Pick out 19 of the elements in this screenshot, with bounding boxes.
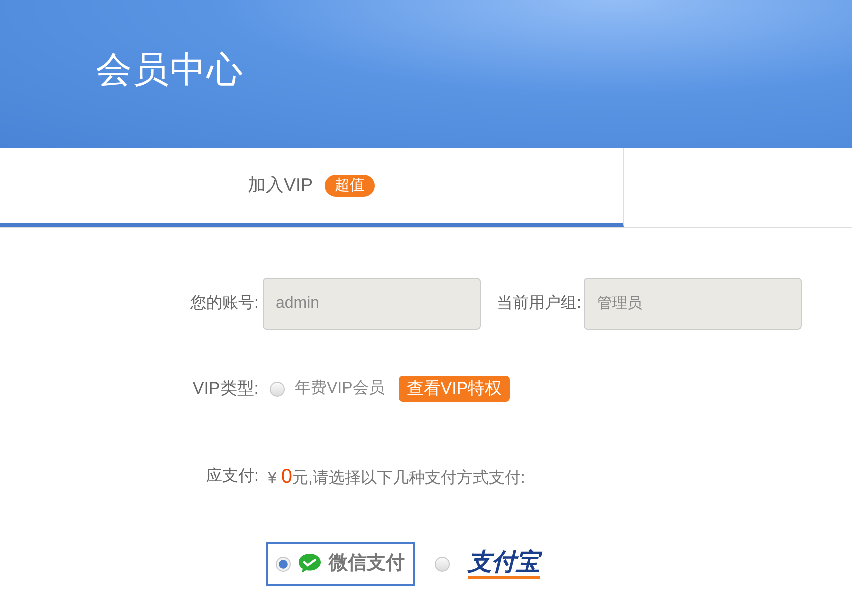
payment-note: ¥ 0元,请选择以下几种支付方式支付: xyxy=(268,465,526,490)
radio-button[interactable] xyxy=(435,556,450,572)
tab-badge: 超值 xyxy=(325,174,375,196)
radio-label: 年费VIP会员 xyxy=(295,378,385,399)
chat-bubble-icon xyxy=(297,552,323,576)
field-label: 您的账号: xyxy=(190,294,260,314)
radio-button[interactable] xyxy=(276,556,291,572)
page-title: 会员中心 xyxy=(96,48,244,92)
payment-option[interactable]: 微信支付 xyxy=(266,542,415,586)
field-label: VIP类型: xyxy=(192,378,260,400)
tab[interactable]: 加入VIP 超值 xyxy=(0,148,624,227)
user-group-field[interactable]: 管理员 xyxy=(584,278,802,330)
payment-option[interactable]: 支付宝 xyxy=(425,542,550,586)
account-field[interactable]: admin xyxy=(263,278,481,330)
field-label: 应支付: xyxy=(206,466,260,487)
field-label: 当前用户组: xyxy=(497,294,582,314)
radio-button[interactable] xyxy=(270,382,285,396)
view-privileges-button[interactable]: 查看VIP特权 xyxy=(398,376,510,402)
payment-label: 微信支付 xyxy=(329,552,405,576)
